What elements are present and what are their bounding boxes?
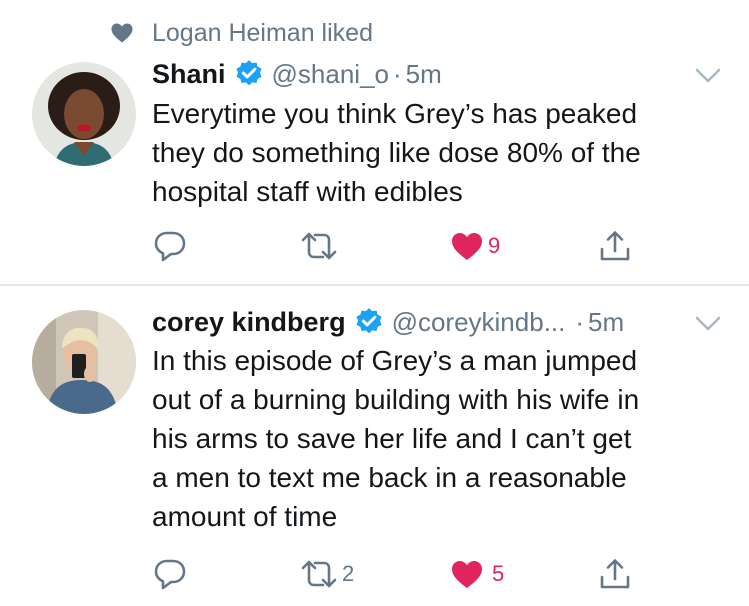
retweet-icon — [301, 560, 337, 588]
heart-filled-icon — [452, 233, 482, 260]
timestamp[interactable]: 5m — [588, 307, 624, 338]
separator-dot: · — [393, 58, 402, 89]
retweet-button[interactable]: 2 — [300, 554, 354, 594]
reply-button[interactable] — [154, 554, 190, 594]
avatar-image — [32, 62, 136, 166]
reply-icon — [154, 559, 186, 590]
handle[interactable]: @coreykindb... — [392, 307, 566, 338]
tweet-text: Everytime you think Grey’s has peaked th… — [152, 98, 641, 207]
retweet-button[interactable] — [300, 226, 342, 266]
like-count: 9 — [488, 233, 501, 258]
share-button[interactable] — [598, 226, 632, 266]
handle[interactable]: @shani_o — [272, 59, 389, 90]
tweet-header: Shani @shani_o · 5m — [152, 56, 442, 92]
tweet-header: corey kindberg @coreykindb... · 5m — [152, 304, 624, 340]
verified-badge-icon — [236, 60, 262, 86]
chevron-down-icon[interactable] — [695, 68, 721, 84]
tweet-card[interactable]: corey kindberg @coreykindb... · 5m In th… — [0, 286, 749, 606]
reply-button[interactable] — [154, 226, 190, 266]
tweet-actions: 9 — [150, 226, 710, 266]
tweet-actions: 2 5 — [150, 554, 710, 594]
share-button[interactable] — [598, 554, 632, 594]
retweet-icon — [301, 232, 337, 260]
tweet-text: In this episode of Grey’s a man jumped o… — [152, 345, 640, 532]
like-button[interactable]: 9 — [450, 226, 500, 266]
avatar-image — [32, 310, 136, 414]
like-count: 5 — [492, 561, 505, 586]
heart-icon — [111, 23, 133, 43]
like-button[interactable]: 5 — [450, 554, 504, 594]
share-icon — [600, 559, 630, 589]
display-name[interactable]: corey kindberg — [152, 307, 346, 338]
tweet-card[interactable]: Logan Heiman liked Shani @shani_o · 5m E… — [0, 0, 749, 284]
display-name[interactable]: Shani — [152, 59, 226, 90]
avatar[interactable] — [32, 310, 136, 414]
retweet-count: 2 — [342, 561, 355, 586]
reply-icon — [154, 231, 186, 262]
chevron-down-icon[interactable] — [695, 316, 721, 332]
heart-filled-icon — [452, 561, 482, 588]
social-context: Logan Heiman liked — [110, 16, 373, 50]
separator-dot: · — [575, 306, 585, 337]
verified-badge-icon — [356, 308, 382, 334]
social-context-text: Logan Heiman liked — [152, 18, 373, 47]
timestamp[interactable]: 5m — [406, 59, 442, 90]
share-icon — [600, 231, 630, 261]
avatar[interactable] — [32, 62, 136, 166]
